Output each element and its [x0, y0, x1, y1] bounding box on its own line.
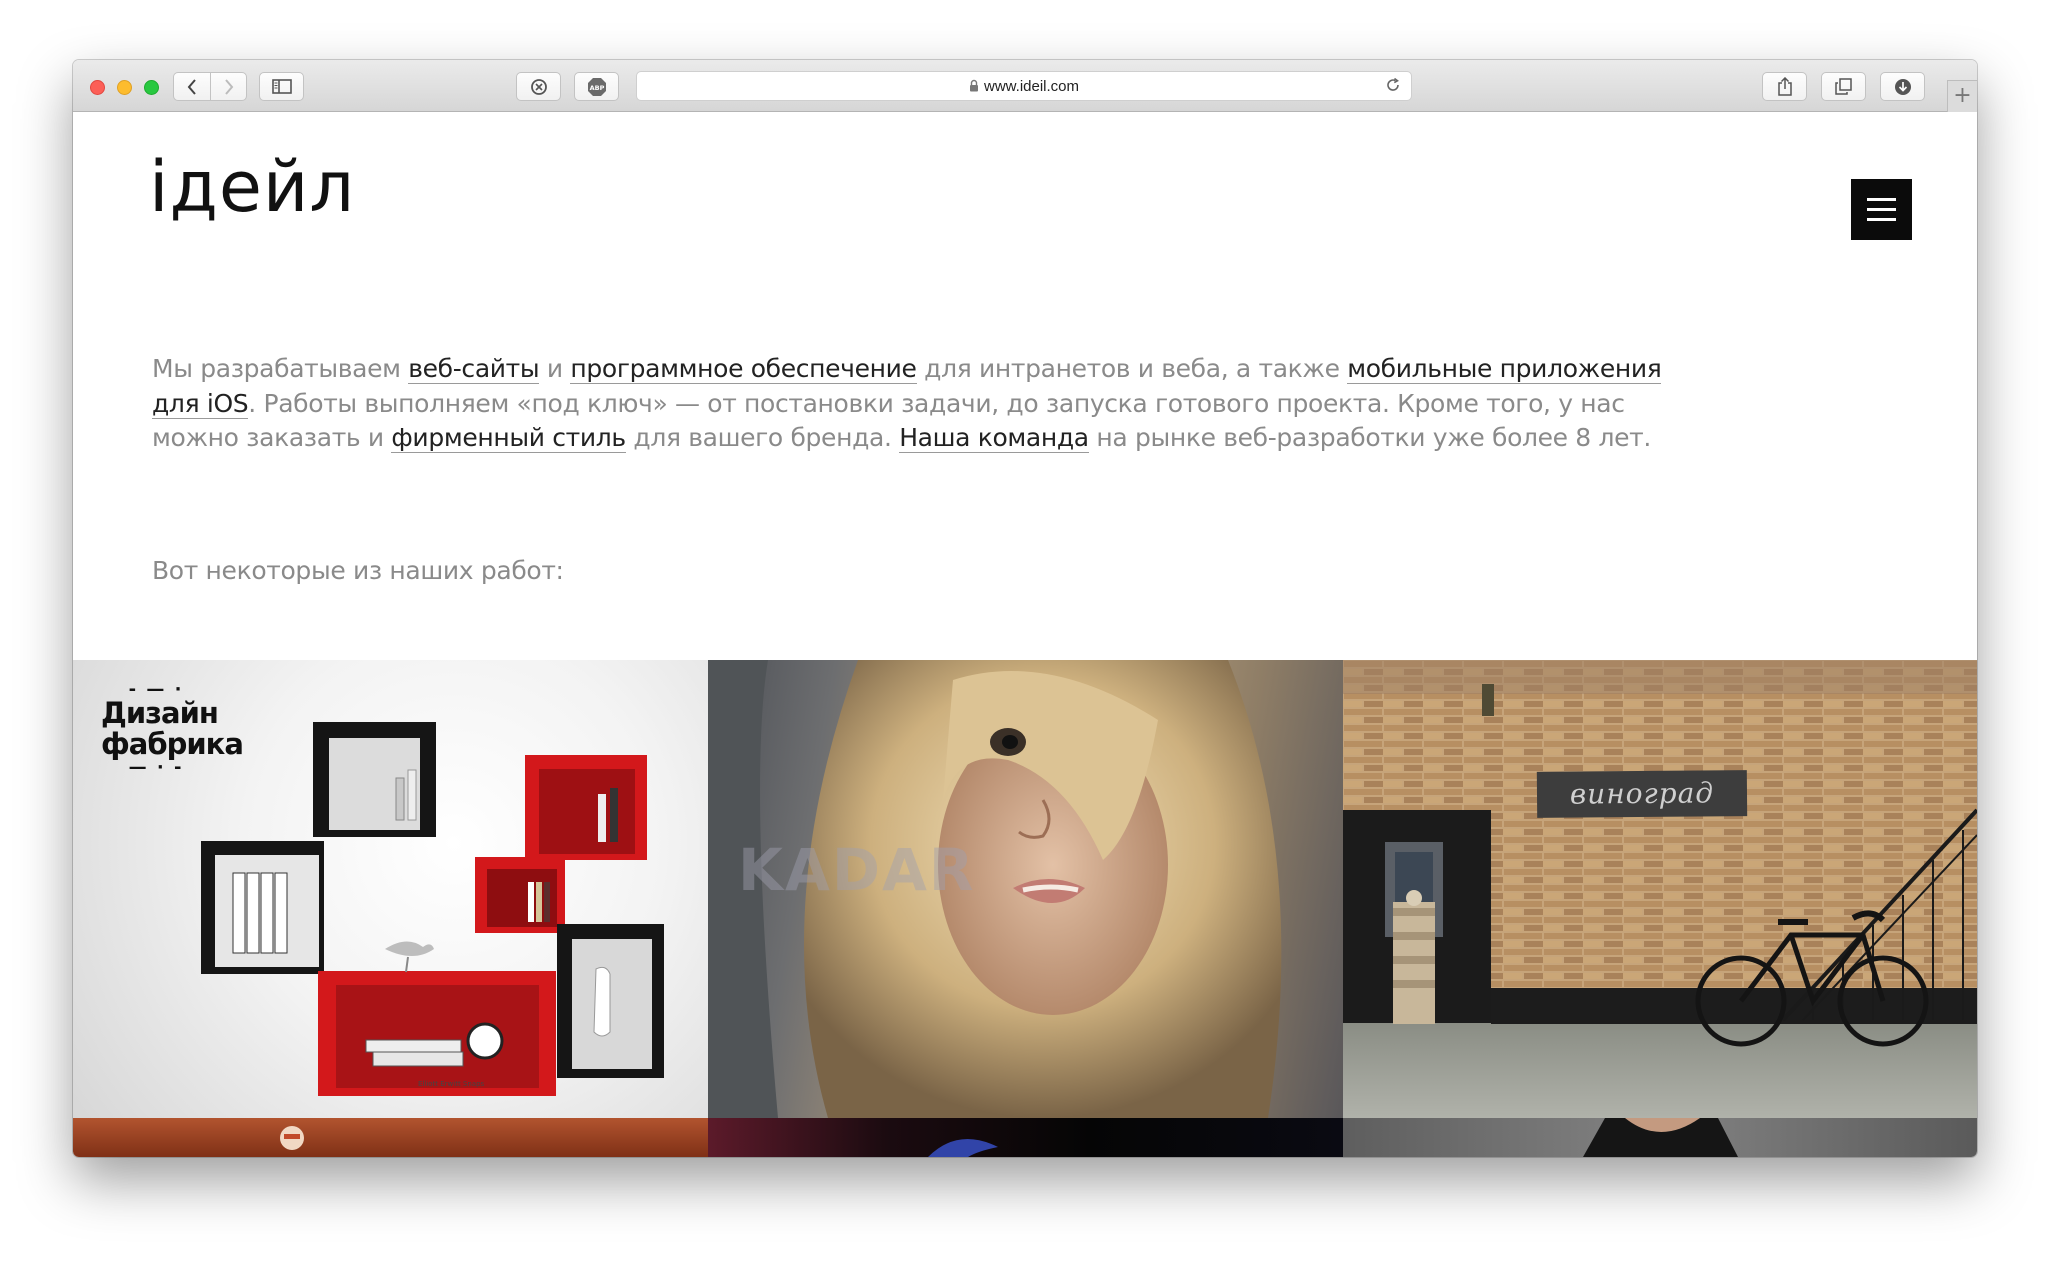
link-software[interactable]: программное обеспечение	[570, 354, 917, 384]
tabs-overview-button[interactable]	[1821, 72, 1866, 101]
lock-icon	[969, 79, 978, 92]
intro-text: Мы разрабатываем	[152, 354, 409, 383]
portfolio-tile-design-factory[interactable]: Elliott Erwitt Snaps - — · Дизайн фабрик…	[73, 660, 708, 1118]
partial-photo	[280, 1126, 304, 1150]
portfolio-tile-kadar-video[interactable]: KADAR	[708, 660, 1343, 1118]
badge-line1: Дизайн	[101, 696, 219, 730]
brick-wall-photo	[1343, 660, 1977, 1118]
new-tab-button[interactable]: +	[1947, 80, 1977, 112]
browser-window: ABP www.ideil.com + ідейл Мы разрабатыва…	[73, 60, 1977, 1157]
svg-text:ABP: ABP	[589, 84, 604, 92]
portfolio-tile-vinograd[interactable]: виноград	[1343, 660, 1977, 1118]
url-text: www.ideil.com	[983, 78, 1080, 95]
intro-text: на рынке веб-разработки уже более 8 лет.	[1088, 423, 1651, 452]
menu-line-icon	[1867, 198, 1896, 201]
intro-paragraph: Мы разрабатываем веб-сайты и программное…	[152, 352, 1662, 456]
intro-text: и	[539, 354, 571, 383]
partial-photo	[1583, 1118, 1738, 1157]
share-icon	[1777, 77, 1792, 96]
chevron-left-icon	[187, 78, 196, 95]
sidebar-icon	[271, 79, 292, 94]
adblock-icon: ABP	[587, 77, 606, 96]
downloads-button[interactable]	[1880, 72, 1925, 101]
menu-line-icon	[1867, 218, 1896, 221]
reload-icon	[1387, 77, 1399, 91]
navigation-buttons	[173, 72, 248, 101]
minimize-window-button[interactable]	[117, 80, 132, 95]
link-web-sites[interactable]: веб-сайты	[408, 354, 540, 384]
sidebar-toggle-button[interactable]	[259, 72, 304, 101]
address-bar[interactable]: www.ideil.com	[636, 71, 1412, 101]
browser-toolbar: ABP www.ideil.com +	[73, 60, 1977, 112]
intro-text: для вашего бренда.	[625, 423, 900, 452]
extension-button[interactable]	[516, 72, 561, 101]
sync-icon	[530, 78, 547, 95]
forward-button[interactable]	[210, 72, 247, 101]
webpage: ідейл Мы разрабатываем веб-сайты и прогр…	[73, 112, 1977, 1157]
kadar-watermark: KADAR	[738, 836, 976, 904]
reload-button[interactable]	[1385, 77, 1401, 97]
zoom-window-button[interactable]	[144, 80, 159, 95]
chevron-right-icon	[224, 78, 233, 95]
tabs-icon	[1835, 78, 1852, 95]
portfolio-tile-row2-2[interactable]	[708, 1118, 1343, 1157]
download-icon	[1894, 78, 1911, 95]
vinograd-wall-sign: виноград	[1536, 770, 1748, 818]
link-our-team[interactable]: Наша команда	[899, 423, 1089, 453]
intro-text: для интранетов и веба, а также	[916, 354, 1348, 383]
portfolio-tile-row2-3[interactable]	[1343, 1118, 1977, 1157]
menu-line-icon	[1867, 208, 1896, 211]
link-brand-identity[interactable]: фирменный стиль	[391, 423, 626, 453]
book-label: Elliott Erwitt Snaps	[418, 1080, 485, 1088]
decorative-dashes: — · -	[128, 757, 184, 778]
adblock-button[interactable]: ABP	[574, 72, 619, 101]
design-factory-logo: - — · Дизайн фабрика — · -	[101, 681, 244, 778]
partial-photo	[928, 1139, 998, 1157]
badge-line2: фабрика	[101, 727, 244, 761]
hamburger-menu-button[interactable]	[1851, 179, 1912, 240]
share-button[interactable]	[1762, 72, 1807, 101]
close-window-button[interactable]	[90, 80, 105, 95]
portfolio-tile-row2-1[interactable]	[73, 1118, 708, 1157]
portfolio-lead-text: Вот некоторые из наших работ:	[152, 556, 564, 585]
back-button[interactable]	[173, 72, 210, 101]
site-logo[interactable]: ідейл	[149, 152, 355, 222]
